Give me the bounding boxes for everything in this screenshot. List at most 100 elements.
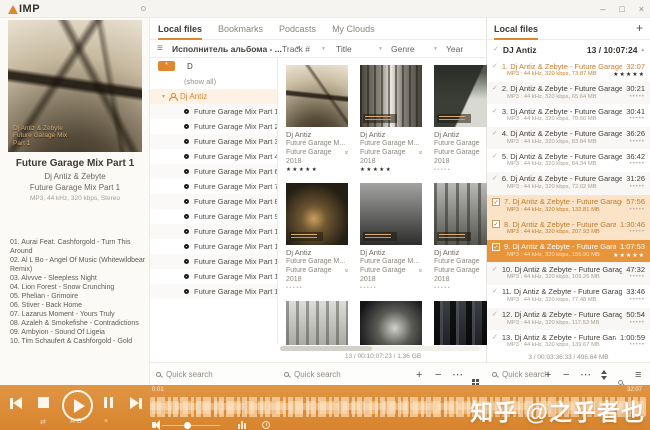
album-cover[interactable] [360, 183, 422, 245]
track-row-playing[interactable]: ✓9. Dj Antiz & Zebyte - Future Garage ..… [487, 240, 650, 263]
column-title[interactable]: Title [336, 44, 352, 54]
track-row-checked[interactable]: ✓8. Dj Antiz & Zebyte - Future Garage ..… [487, 217, 650, 240]
checkbox-icon[interactable]: ✓ [492, 85, 498, 92]
tree-album-item[interactable]: Future Garage Mix Part 2 [150, 119, 277, 134]
rating-stars[interactable]: ••••• [629, 116, 645, 122]
rating-stars[interactable]: ★★★★★ [613, 252, 645, 259]
pin-icon[interactable] [141, 6, 146, 11]
show-all-link[interactable]: (show all) [150, 74, 277, 89]
rating-stars[interactable]: ••••• [629, 94, 645, 100]
stop-button[interactable] [38, 397, 49, 408]
remove-button[interactable]: − [435, 363, 441, 386]
add-button[interactable]: + [545, 363, 551, 386]
column-track[interactable]: Track # [282, 44, 310, 54]
expand-icon[interactable]: » [417, 151, 424, 155]
tab-podcasts[interactable]: Podcasts [279, 18, 316, 40]
album-card[interactable] [434, 301, 487, 345]
album-card[interactable]: Dj Antiz Future Garage M... Future Garag… [360, 183, 422, 291]
checkbox-icon[interactable]: ✓ [492, 288, 498, 295]
rating-stars[interactable]: ••••• [629, 139, 645, 145]
tab-my-clouds[interactable]: My Clouds [332, 18, 375, 40]
tree-album-item[interactable]: Future Garage Mix Part 10 [150, 224, 277, 239]
shuffle-icon[interactable]: ⇄ [40, 418, 46, 426]
equalizer-icon[interactable] [238, 421, 246, 429]
expand-icon[interactable]: » [343, 269, 350, 273]
filter-icon[interactable]: ▼ [321, 46, 326, 52]
track-row[interactable]: ✓11. Dj Antiz & Zebyte - Future Garage .… [487, 285, 650, 308]
tree-album-item[interactable]: Future Garage Mix Part 11 [150, 239, 277, 254]
previous-button[interactable] [10, 397, 22, 409]
expand-icon[interactable]: » [343, 151, 350, 155]
album-card[interactable]: Dj Antiz Future Garage Future Garage 201… [434, 65, 487, 173]
checkbox-icon[interactable]: ✓ [492, 108, 498, 115]
track-row[interactable]: ✓13. Dj Antiz & Zebyte - Future Garage .… [487, 330, 650, 353]
checkbox-icon[interactable]: ✓ [492, 266, 498, 273]
volume-knob[interactable] [184, 422, 191, 429]
rating-stars[interactable]: ••••• [286, 285, 348, 291]
track-row[interactable]: ✓3. Dj Antiz & Zebyte - Future Garage ..… [487, 104, 650, 127]
album-cover[interactable] [434, 65, 487, 127]
rating-stars[interactable]: ••••• [434, 285, 487, 291]
album-cover[interactable] [286, 65, 348, 127]
tab-bookmarks[interactable]: Bookmarks [218, 18, 263, 40]
title-bar[interactable]: IMP – □ × [0, 0, 650, 18]
sleep-timer-icon[interactable] [262, 421, 270, 429]
checkbox-checked-icon[interactable]: ✓ [492, 220, 500, 228]
column-year[interactable]: Year [446, 44, 463, 54]
tree-artist-dj-antiz[interactable]: ▾ Dj Antiz [150, 89, 277, 104]
tree-album-item[interactable]: Future Garage Mix Part 15 [150, 284, 277, 299]
tree-album-item[interactable]: Future Garage Mix Part 14 [150, 269, 277, 284]
album-cover[interactable] [434, 183, 487, 245]
album-cover[interactable] [286, 183, 348, 245]
track-row[interactable]: ✓5. Dj Antiz & Zebyte - Future Garage ..… [487, 149, 650, 172]
tree-album-item[interactable]: Future Garage Mix Part 9 [150, 209, 277, 224]
tree-album-item[interactable]: Future Garage Mix Part 4 [150, 149, 277, 164]
tree-search-field[interactable]: Quick search [156, 363, 213, 386]
rating-stars[interactable]: ★★★★★ [613, 71, 645, 78]
track-row[interactable]: ✓4. Dj Antiz & Zebyte - Future Garage ..… [487, 127, 650, 150]
album-card[interactable]: Dj Antiz Future Garage Future Garage 201… [434, 183, 487, 291]
album-cover[interactable] [434, 301, 487, 345]
track-row[interactable]: ✓12. Dj Antiz & Zebyte - Future Garage .… [487, 308, 650, 331]
remove-button[interactable]: − [563, 363, 569, 386]
album-card[interactable]: Dj Antiz Future Garage M... Future Garag… [286, 65, 348, 173]
chevron-up-icon[interactable]: ▴ [641, 47, 644, 53]
close-button[interactable]: × [639, 4, 644, 14]
grouping-selector[interactable]: Исполнитель альбома - ... [172, 44, 282, 54]
menu-icon[interactable]: ≡ [157, 43, 163, 54]
tab-local-files[interactable]: Local files [158, 18, 202, 40]
rating-stars[interactable]: ••••• [629, 207, 645, 213]
rating-stars[interactable]: ••••• [434, 167, 487, 173]
checkbox-icon[interactable]: ✓ [492, 311, 498, 318]
album-card[interactable] [360, 301, 422, 345]
rating-stars[interactable]: ★★★★★ [360, 167, 422, 173]
rating-stars[interactable]: ••••• [629, 297, 645, 303]
rating-stars[interactable]: ••••• [629, 320, 645, 326]
checkbox-icon[interactable]: ✓ [492, 175, 498, 182]
album-card[interactable]: Dj Antiz Future Garage M... Future Garag… [360, 65, 422, 173]
checkbox-icon[interactable]: ✓ [492, 153, 498, 160]
track-row[interactable]: ✓1. Dj Antiz & Zebyte - Future Garage ..… [487, 59, 650, 82]
ab-repeat-button[interactable]: A-B [70, 418, 82, 425]
checkbox-icon[interactable]: ✓ [492, 63, 498, 70]
more-button[interactable]: ⋯ [452, 363, 463, 386]
maximize-button[interactable]: □ [619, 4, 624, 14]
track-row[interactable]: ✓2. Dj Antiz & Zebyte - Future Garage ..… [487, 82, 650, 105]
album-cover[interactable] [360, 301, 422, 345]
play-button[interactable] [62, 390, 93, 421]
tree-album-item[interactable]: Future Garage Mix Part 13 [150, 254, 277, 269]
checkbox-checked-icon[interactable]: ✓ [492, 198, 500, 206]
checkbox-checked-icon[interactable]: ✓ [492, 243, 500, 251]
rating-stars[interactable]: ••••• [629, 229, 645, 235]
filter-icon[interactable]: ▼ [433, 46, 438, 52]
checkbox-icon[interactable]: ✓ [493, 46, 499, 53]
rating-stars[interactable]: ••••• [629, 184, 645, 190]
next-button[interactable] [130, 397, 142, 409]
track-row[interactable]: ✓6. Dj Antiz & Zebyte - Future Garage ..… [487, 172, 650, 195]
pause-button[interactable] [104, 397, 113, 408]
rating-stars[interactable]: ★★★★★ [286, 167, 348, 173]
playlist-group-header[interactable]: ✓ DJ Antiz 13 / 10:07:24 ▴ [487, 40, 650, 59]
minimize-button[interactable]: – [600, 4, 605, 14]
add-playlist-button[interactable]: + [636, 21, 643, 35]
album-cover[interactable] [286, 301, 348, 345]
